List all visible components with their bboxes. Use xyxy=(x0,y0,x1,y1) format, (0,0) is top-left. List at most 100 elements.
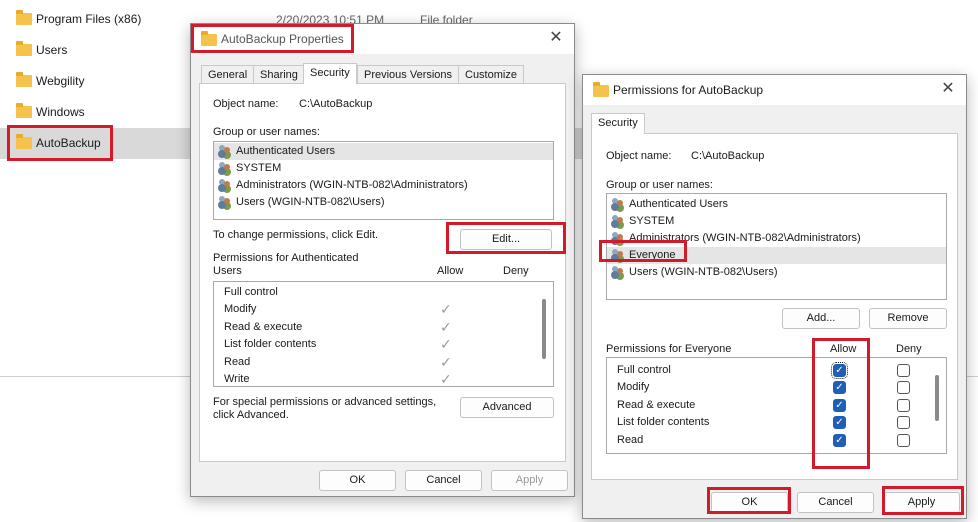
group-names-label: Group or user names: xyxy=(606,179,713,191)
allow-header: Allow xyxy=(830,343,857,355)
users-icon xyxy=(611,215,625,227)
group-names-list[interactable]: Authenticated Users SYSTEM Administrator… xyxy=(213,141,554,220)
permission-name: List folder contents xyxy=(617,416,710,428)
object-name-value: C:\AutoBackup xyxy=(691,150,765,162)
tab-security[interactable]: Security xyxy=(591,113,645,134)
list-item[interactable]: Administrators (WGIN-NTB-082\Administrat… xyxy=(607,230,946,247)
tab-general[interactable]: General xyxy=(201,65,255,84)
allow-full-control-checkbox[interactable]: ✓ xyxy=(831,362,848,379)
allow-read-checkbox[interactable]: ✓ xyxy=(833,434,846,447)
permissions-for-label: Permissions for Everyone xyxy=(606,343,732,355)
users-icon xyxy=(611,266,625,278)
user-name: Users (WGIN-NTB-082\Users) xyxy=(236,196,385,208)
folder-icon xyxy=(16,41,32,56)
users-icon xyxy=(611,198,625,210)
cancel-button[interactable]: Cancel xyxy=(797,492,874,513)
permission-row-modify: Modify ✓ xyxy=(214,301,553,318)
folder-row-program-files-x86[interactable]: Program Files (x86) xyxy=(0,4,190,35)
special-permissions-line2: click Advanced. xyxy=(213,409,289,421)
permission-row-read: Read ✓ xyxy=(214,354,553,371)
allow-list-folder-contents-checkbox[interactable]: ✓ xyxy=(833,416,846,429)
user-name: Everyone xyxy=(629,249,676,261)
scrollbar-thumb[interactable] xyxy=(542,299,546,359)
ok-button[interactable]: OK xyxy=(711,492,788,513)
deny-modify-checkbox[interactable] xyxy=(897,381,910,394)
permission-row-list-folder-contents: List folder contents ✓ xyxy=(607,414,946,431)
deny-list-folder-contents-checkbox[interactable] xyxy=(897,416,910,429)
permission-name: Read & execute xyxy=(224,321,303,333)
user-name: Authenticated Users xyxy=(629,198,729,210)
ok-button[interactable]: OK xyxy=(319,470,396,491)
tab-previous-versions[interactable]: Previous Versions xyxy=(357,65,460,84)
folder-name: Users xyxy=(36,43,68,57)
folder-name: AutoBackup xyxy=(36,136,101,150)
folder-icon xyxy=(593,82,609,97)
divider-line xyxy=(966,376,978,377)
permission-name: Modify xyxy=(617,381,650,393)
users-icon xyxy=(218,179,232,191)
allow-check-icon: ✓ xyxy=(440,371,452,387)
permission-name: Full control xyxy=(617,364,671,376)
list-item[interactable]: Users (WGIN-NTB-082\Users) xyxy=(214,194,553,211)
deny-full-control-checkbox[interactable] xyxy=(897,364,910,377)
permission-row-write: Write ✓ xyxy=(214,371,553,388)
group-names-list[interactable]: Authenticated Users SYSTEM Administrator… xyxy=(606,193,947,300)
properties-title: AutoBackup Properties xyxy=(221,32,344,46)
cancel-button[interactable]: Cancel xyxy=(405,470,482,491)
permissions-titlebar: Permissions for AutoBackup ✕ xyxy=(583,75,966,105)
change-hint: To change permissions, click Edit. xyxy=(213,229,379,241)
permission-row-modify: Modify ✓ xyxy=(607,379,946,396)
permissions-list: Full control ✓ Modify ✓ Read & execute ✓… xyxy=(606,357,947,454)
folder-name: Program Files (x86) xyxy=(36,12,142,26)
edit-button[interactable]: Edit... xyxy=(460,229,552,250)
folder-row-users[interactable]: Users xyxy=(0,35,190,66)
remove-button[interactable]: Remove xyxy=(869,308,947,329)
deny-header: Deny xyxy=(503,265,529,277)
allow-read-execute-checkbox[interactable]: ✓ xyxy=(833,399,846,412)
list-item-everyone[interactable]: Everyone xyxy=(607,247,946,264)
user-name: SYSTEM xyxy=(236,162,282,174)
close-icon[interactable]: ✕ xyxy=(546,28,566,48)
list-item[interactable]: SYSTEM xyxy=(214,160,553,177)
tab-sharing[interactable]: Sharing xyxy=(253,65,305,84)
apply-button[interactable]: Apply xyxy=(491,470,568,491)
users-icon xyxy=(611,249,625,261)
allow-check-icon: ✓ xyxy=(440,354,452,370)
permission-name: Full control xyxy=(224,286,278,298)
list-item[interactable]: Authenticated Users xyxy=(214,143,553,160)
tab-security[interactable]: Security xyxy=(303,63,357,84)
folder-row-webgility[interactable]: Webgility xyxy=(0,66,190,97)
permission-row-read-execute: Read & execute ✓ xyxy=(214,319,553,336)
close-icon[interactable]: ✕ xyxy=(938,79,958,99)
user-name: Users (WGIN-NTB-082\Users) xyxy=(629,266,778,278)
permission-name: Read xyxy=(617,434,644,446)
users-icon xyxy=(218,196,232,208)
user-name: Authenticated Users xyxy=(236,145,336,157)
permissions-title: Permissions for AutoBackup xyxy=(613,83,764,97)
permissions-panel: Object name: C:\AutoBackup Group or user… xyxy=(591,133,958,480)
list-item[interactable]: Users (WGIN-NTB-082\Users) xyxy=(607,264,946,281)
advanced-button[interactable]: Advanced xyxy=(460,397,554,418)
object-name-label: Object name: xyxy=(606,150,672,162)
users-icon xyxy=(218,145,232,157)
list-item[interactable]: Administrators (WGIN-NTB-082\Administrat… xyxy=(214,177,553,194)
deny-read-execute-checkbox[interactable] xyxy=(897,399,910,412)
scrollbar-thumb[interactable] xyxy=(935,375,939,421)
deny-read-checkbox[interactable] xyxy=(897,434,910,447)
folder-icon xyxy=(16,134,32,149)
object-name-value: C:\AutoBackup xyxy=(299,98,373,110)
tab-customize[interactable]: Customize xyxy=(458,65,524,84)
user-name: Administrators (WGIN-NTB-082\Administrat… xyxy=(629,232,861,244)
folder-row-windows[interactable]: Windows xyxy=(0,97,190,128)
special-permissions-line1: For special permissions or advanced sett… xyxy=(213,396,437,408)
add-button[interactable]: Add... xyxy=(782,308,860,329)
allow-modify-checkbox[interactable]: ✓ xyxy=(833,381,846,394)
user-name: Administrators (WGIN-NTB-082\Administrat… xyxy=(236,179,468,191)
permission-row-read: Read ✓ xyxy=(607,432,946,449)
apply-button[interactable]: Apply xyxy=(883,492,960,513)
list-item[interactable]: SYSTEM xyxy=(607,213,946,230)
list-item[interactable]: Authenticated Users xyxy=(607,196,946,213)
folder-name: Webgility xyxy=(36,74,85,88)
folder-row-autobackup[interactable]: AutoBackup xyxy=(0,128,190,159)
divider-line xyxy=(0,376,190,377)
